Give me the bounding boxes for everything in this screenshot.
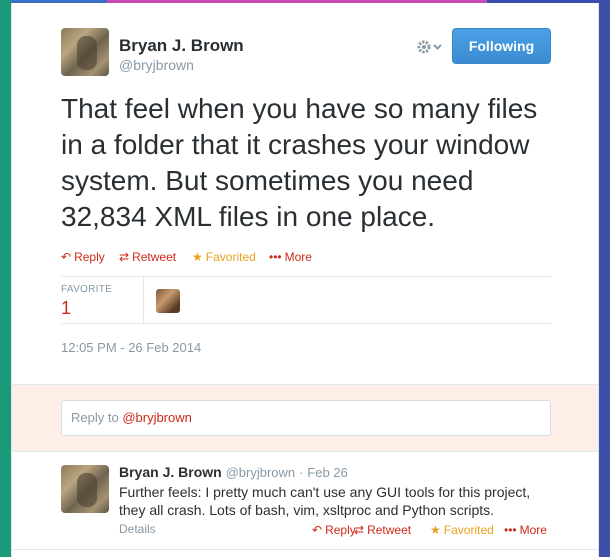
- author-handle[interactable]: @bryjbrown: [119, 57, 194, 73]
- favorite-action[interactable]: ★ Favorited: [192, 250, 256, 264]
- card-bottom-divider: [12, 549, 598, 550]
- reply-reply-action[interactable]: ↶ Reply: [312, 523, 356, 537]
- reply-input[interactable]: Reply to @bryjbrown: [61, 400, 551, 436]
- window-edge-right: [599, 0, 610, 557]
- star-icon: ★: [192, 250, 203, 264]
- reply-icon: ↶: [61, 250, 72, 264]
- window-edge-left: [0, 0, 11, 557]
- reply-favorited-label: Favorited: [443, 523, 494, 537]
- reply-retweet-action[interactable]: ⇄ Retweet: [354, 523, 411, 537]
- retweet-action[interactable]: ⇄ Retweet: [119, 250, 176, 264]
- more-icon: •••: [269, 250, 282, 264]
- reply-date-separator: ·: [299, 465, 304, 480]
- reply-more-action[interactable]: ••• More: [504, 523, 547, 537]
- gear-icon-graphic: [417, 40, 442, 54]
- favorites-label: FAVORITE: [61, 284, 113, 295]
- favorited-label: Favorited: [205, 250, 256, 264]
- star-icon: ★: [430, 523, 441, 537]
- reply-more-label: More: [519, 523, 547, 537]
- retweet-label: Retweet: [132, 250, 177, 264]
- tweet-card: Bryan J. Brown @bryjbrown Following That…: [11, 3, 599, 557]
- reply-section: Reply to @bryjbrown: [12, 384, 598, 452]
- retweet-icon: ⇄: [354, 523, 365, 537]
- reply-label: Reply: [74, 250, 105, 264]
- author-avatar[interactable]: [61, 28, 109, 76]
- stats-divider-top: [61, 276, 551, 277]
- reply-author-handle[interactable]: @bryjbrown: [226, 465, 296, 480]
- more-action[interactable]: ••• More: [269, 250, 312, 264]
- reply-tweet-text: Further feels: I pretty much can't use a…: [119, 484, 531, 518]
- author-name[interactable]: Bryan J. Brown: [119, 36, 244, 56]
- reply-details-link[interactable]: Details: [119, 522, 156, 536]
- retweet-icon: ⇄: [119, 250, 130, 264]
- reply-icon: ↶: [312, 523, 323, 537]
- stats-vertical-divider: [143, 277, 144, 323]
- reply-favorite-action[interactable]: ★ Favorited: [430, 523, 494, 537]
- reply-retweet-label: Retweet: [367, 523, 412, 537]
- reply-author-name[interactable]: Bryan J. Brown: [119, 464, 222, 480]
- reply-reply-label: Reply: [325, 523, 356, 537]
- reply-date[interactable]: Feb 26: [307, 465, 347, 480]
- reply-action[interactable]: ↶ Reply: [61, 250, 105, 264]
- stats-divider-bottom: [61, 323, 551, 324]
- tweet-text: That feel when you have so many files in…: [61, 93, 538, 232]
- favoriter-avatar[interactable]: [156, 289, 180, 313]
- gear-icon[interactable]: [415, 37, 447, 57]
- tweet-timestamp[interactable]: 12:05 PM - 26 Feb 2014: [61, 340, 201, 355]
- reply-header: Bryan J. Brown @bryjbrown · Feb 26: [119, 464, 348, 480]
- favorites-count[interactable]: 1: [61, 298, 71, 319]
- reply-mention: @bryjbrown: [122, 410, 192, 425]
- reply-author-avatar[interactable]: [61, 465, 109, 513]
- more-icon: •••: [504, 523, 517, 537]
- following-button[interactable]: Following: [452, 28, 551, 64]
- more-label: More: [284, 250, 312, 264]
- reply-prefix: Reply to: [71, 410, 123, 425]
